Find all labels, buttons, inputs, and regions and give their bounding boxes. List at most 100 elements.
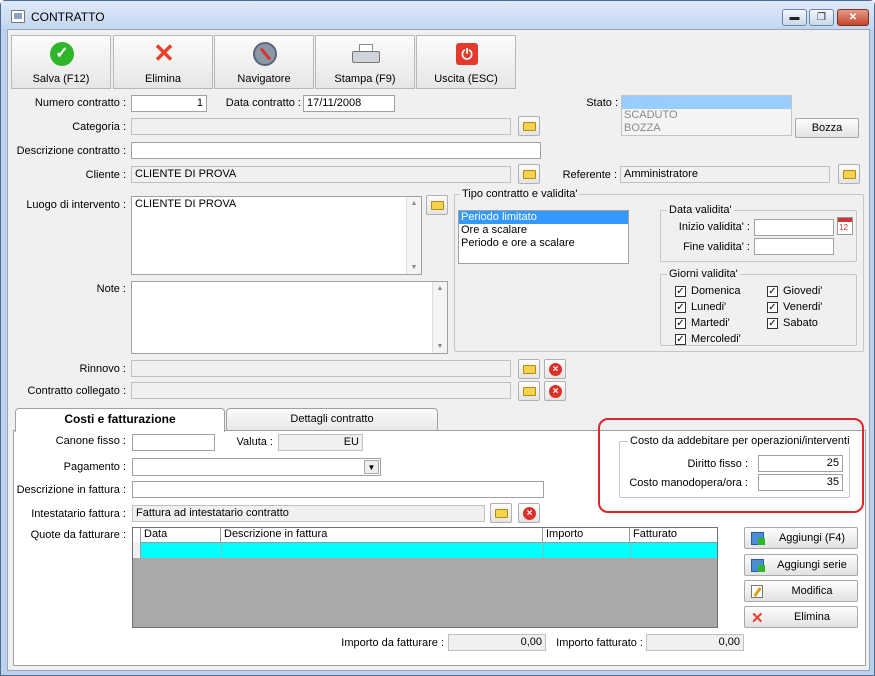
fine-input[interactable]: [754, 238, 834, 255]
grid-col-data[interactable]: Data: [141, 528, 221, 542]
edit-button[interactable]: Modifica: [744, 580, 858, 602]
compass-icon: [253, 42, 277, 66]
cliente-input[interactable]: CLIENTE DI PROVA: [131, 166, 511, 183]
folder-icon: [495, 509, 508, 518]
categoria-input[interactable]: [131, 118, 511, 135]
canone-label: Canone fisso :: [55, 435, 126, 447]
stato-label: Stato :: [586, 97, 618, 109]
numero-input[interactable]: 1: [131, 95, 207, 112]
grid-col-descrizione[interactable]: Descrizione in fattura: [221, 528, 543, 542]
delete-row-button[interactable]: ✕ Elimina: [744, 606, 858, 628]
save-button[interactable]: ✓ Salva (F12): [11, 35, 111, 89]
intestatario-input[interactable]: Fattura ad intestatario contratto: [132, 505, 485, 522]
navigator-label: Navigatore: [237, 73, 291, 85]
descr-fattura-label: Descrizione in fattura :: [16, 484, 126, 496]
referente-input[interactable]: Amministratore: [620, 166, 830, 183]
cliente-label: Cliente :: [85, 169, 126, 181]
referente-folder-button[interactable]: [838, 164, 860, 184]
navigator-button[interactable]: Navigatore: [214, 35, 314, 89]
data-input[interactable]: 17/11/2008: [303, 95, 395, 112]
table-row[interactable]: [141, 543, 717, 558]
categoria-folder-button[interactable]: [518, 116, 540, 136]
checkbox-icon: ✓: [675, 302, 686, 313]
save-label: Salva (F12): [32, 73, 90, 85]
restore-button[interactable]: ❐: [809, 9, 834, 26]
grid-col-importo[interactable]: Importo: [543, 528, 630, 542]
exit-button[interactable]: ⏻ Uscita (ESC): [416, 35, 516, 89]
giorno-label: Martedi': [691, 317, 730, 329]
note-scrollbar[interactable]: ▲ ▼: [432, 282, 447, 353]
intestatario-clear-button[interactable]: ×: [518, 503, 540, 523]
stato-option[interactable]: SCADUTO: [622, 109, 791, 122]
window-title: CONTRATTO: [31, 10, 105, 24]
add-button[interactable]: Aggiungi (F4): [744, 527, 858, 549]
fine-label: Fine validita' :: [683, 241, 750, 253]
rinnovo-folder-button[interactable]: [518, 359, 540, 379]
tipo-option[interactable]: Ore a scalare: [459, 224, 628, 237]
stato-list[interactable]: ATTIVO SCADUTO BOZZA: [621, 95, 792, 136]
tipo-option[interactable]: Periodo e ore a scalare: [459, 237, 628, 250]
title-bar[interactable]: CONTRATTO ▬ ❐ ✕: [1, 1, 874, 29]
delete-label: Elimina: [144, 73, 182, 85]
rinnovo-label: Rinnovo :: [79, 363, 126, 375]
delete-button[interactable]: ✕ Elimina: [113, 35, 213, 89]
grid-col-fatturato[interactable]: Fatturato: [630, 528, 717, 542]
diritto-input[interactable]: 25: [758, 455, 843, 472]
folder-icon: [523, 170, 536, 179]
descrizione-input[interactable]: [131, 142, 541, 159]
luogo-folder-button[interactable]: [426, 195, 448, 215]
chevron-down-icon[interactable]: ▼: [364, 460, 379, 474]
print-button[interactable]: Stampa (F9): [315, 35, 415, 89]
collegato-label: Contratto collegato :: [27, 385, 126, 397]
intestatario-folder-button[interactable]: [490, 503, 512, 523]
collegato-clear-button[interactable]: ×: [544, 381, 566, 401]
collegato-folder-button[interactable]: [518, 381, 540, 401]
stato-option[interactable]: ATTIVO: [622, 96, 791, 109]
clear-icon: ×: [549, 385, 562, 398]
power-icon: ⏻: [456, 43, 478, 65]
rinnovo-clear-button[interactable]: ×: [544, 359, 566, 379]
data-label: Data contratto :: [225, 97, 301, 109]
luogo-textarea[interactable]: CLIENTE DI PROVA ▲ ▼: [131, 196, 422, 275]
delete-x-icon: ✕: [153, 38, 175, 68]
canone-input[interactable]: [132, 434, 215, 451]
cliente-folder-button[interactable]: [518, 164, 540, 184]
checkbox-icon: ✓: [767, 302, 778, 313]
clear-icon: ×: [549, 363, 562, 376]
folder-icon: [523, 387, 536, 396]
descr-fattura-input[interactable]: [132, 481, 544, 498]
categoria-label: Categoria :: [72, 121, 126, 133]
quote-grid[interactable]: Data Descrizione in fattura Importo Fatt…: [132, 527, 718, 628]
valuta-input[interactable]: EU: [278, 434, 363, 451]
contratto-window: CONTRATTO ▬ ❐ ✕ ✓ Salva (F12) ✕ Elimina …: [0, 0, 875, 676]
minimize-button[interactable]: ▬: [782, 9, 807, 26]
giorno-label: Venerdi': [783, 301, 823, 313]
valuta-label: Valuta :: [236, 436, 274, 448]
note-label: Note :: [96, 283, 126, 295]
stato-option[interactable]: BOZZA: [622, 122, 791, 135]
exit-label: Uscita (ESC): [434, 73, 498, 85]
tab-dettagli[interactable]: Dettagli contratto: [226, 408, 438, 430]
edit-label: Modifica: [791, 585, 833, 597]
bozza-button[interactable]: Bozza: [795, 118, 859, 138]
tipo-list[interactable]: Periodo limitato Ore a scalare Periodo e…: [458, 210, 629, 264]
manodopera-input[interactable]: 35: [758, 474, 843, 491]
note-textarea[interactable]: ▲ ▼: [131, 281, 448, 354]
inizio-input[interactable]: [754, 219, 834, 236]
pagamento-select[interactable]: ▼: [132, 458, 381, 476]
rinnovo-input[interactable]: [131, 360, 511, 377]
importo-da-input[interactable]: 0,00: [448, 634, 546, 651]
add-series-button[interactable]: Aggiungi serie: [744, 554, 858, 576]
calendar-button[interactable]: 12: [837, 217, 853, 235]
giorni-validita-title: Giorni validita': [667, 268, 740, 280]
importo-fatt-input[interactable]: 0,00: [646, 634, 744, 651]
window-icon: [11, 10, 25, 23]
tipo-option[interactable]: Periodo limitato: [459, 211, 628, 224]
giorno-label: Domenica: [691, 285, 741, 297]
close-button[interactable]: ✕: [837, 9, 869, 26]
tab-costi[interactable]: Costi e fatturazione: [15, 408, 225, 432]
manodopera-label: Costo manodopera/ora :: [629, 477, 748, 489]
collegato-input[interactable]: [131, 382, 511, 399]
importo-fatt-label: Importo fatturato :: [556, 637, 643, 649]
luogo-scrollbar[interactable]: ▲ ▼: [406, 197, 421, 274]
